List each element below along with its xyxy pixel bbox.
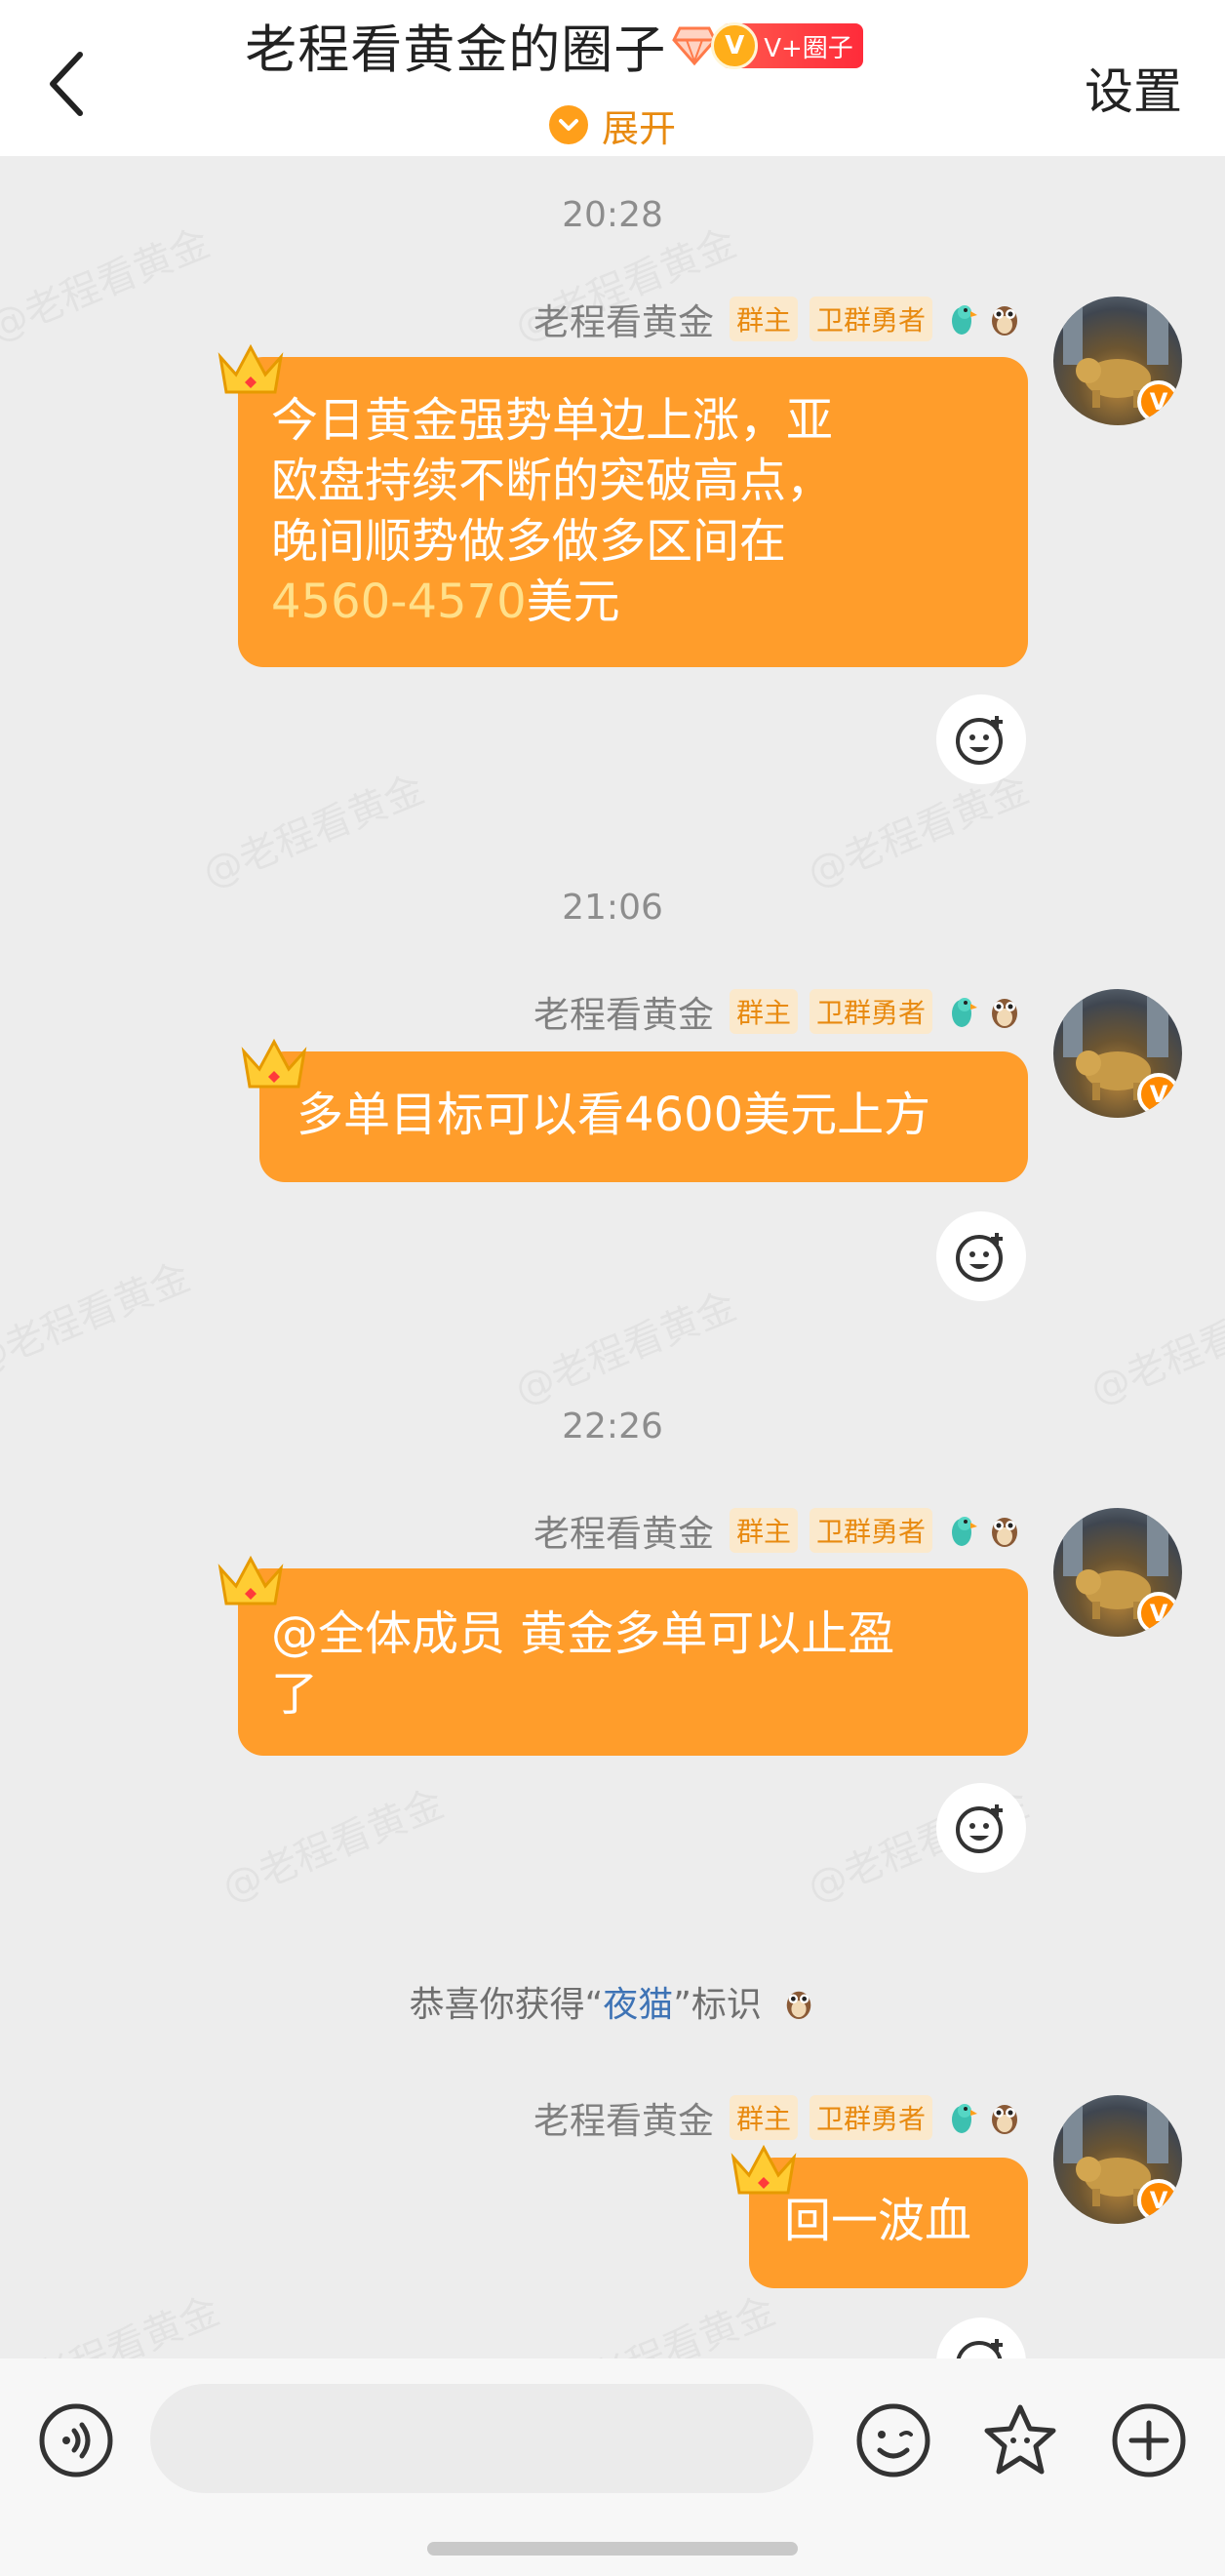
emoji-icon[interactable] xyxy=(854,2401,932,2479)
sender-row: 老程看黄金 群主 卫群勇者 xyxy=(533,1506,1030,1555)
voice-icon[interactable] xyxy=(37,2401,115,2479)
owl-icon xyxy=(992,999,1017,1028)
role-tag-owner: 群主 xyxy=(729,297,798,341)
watermark: @老程看黄金 xyxy=(0,1246,197,1386)
role-tag-owner: 群主 xyxy=(729,989,798,1034)
role-tag-guardian: 卫群勇者 xyxy=(809,989,932,1034)
sender-name[interactable]: 老程看黄金 xyxy=(533,2091,714,2144)
message-line: @全体成员 黄金多单可以止盈 xyxy=(271,1606,895,1661)
expand-toggle[interactable]: 展开 xyxy=(0,98,1225,152)
verified-badge: V xyxy=(1137,1073,1180,1116)
verified-badge: V xyxy=(1137,380,1180,423)
sender-name[interactable]: 老程看黄金 xyxy=(533,1504,714,1557)
top-bar: 老程看黄金的圈子 V V+圈子 设置 展开 xyxy=(0,0,1225,156)
system-notice: 恭喜你获得“夜猫”标识 xyxy=(0,1976,1225,2027)
avatar[interactable]: V xyxy=(1053,989,1182,1118)
notice-prefix: 恭喜你获得“ xyxy=(409,1985,604,2025)
parrot-icon xyxy=(952,305,977,335)
owl-icon xyxy=(992,306,1017,336)
message-line: 欧盘持续不断的突破高点， xyxy=(271,454,834,508)
watermark: @老程看黄金 xyxy=(1081,1275,1225,1415)
star-sticker-icon[interactable] xyxy=(981,2401,1059,2479)
plus-icon[interactable] xyxy=(1110,2401,1188,2479)
role-tag-owner: 群主 xyxy=(729,1508,798,1553)
page-title: 老程看黄金的圈子 xyxy=(245,20,667,80)
verified-badge: V xyxy=(1137,2179,1180,2222)
expand-label: 展开 xyxy=(601,106,676,150)
message-line: 晚间顺势做多做多区间在 xyxy=(271,514,787,569)
crown-icon xyxy=(217,1555,284,1605)
sender-row: 老程看黄金 群主 卫群勇者 xyxy=(533,2093,1030,2142)
verified-badge: V xyxy=(1137,1592,1180,1635)
sender-row: 老程看黄金 群主 卫群勇者 xyxy=(533,987,1030,1036)
owl-icon xyxy=(992,1518,1017,1547)
role-tag-guardian: 卫群勇者 xyxy=(809,2095,932,2140)
add-emoji-icon xyxy=(956,716,1003,765)
watermark: @老程看黄金 xyxy=(505,1275,743,1415)
role-tag-guardian: 卫群勇者 xyxy=(809,297,932,341)
owl-icon xyxy=(787,1991,811,2020)
role-tag-guardian: 卫群勇者 xyxy=(809,1508,932,1553)
message-bubble[interactable]: 多单目标可以看4600美元上方 xyxy=(259,1051,1028,1182)
message-line: 了 xyxy=(271,1667,319,1722)
price-unit: 美元 xyxy=(526,575,620,629)
timestamp: 22:26 xyxy=(562,1407,663,1447)
v-coin-icon: V xyxy=(711,22,759,69)
message-text: 多单目标可以看4600美元上方 xyxy=(296,1088,931,1142)
add-reaction-button[interactable] xyxy=(936,1211,1026,1301)
message-line: 4560-4570美元 xyxy=(271,572,999,632)
sender-name[interactable]: 老程看黄金 xyxy=(533,293,714,345)
message-input[interactable] xyxy=(150,2384,813,2493)
watermark: @老程看黄金 xyxy=(213,1772,451,1913)
input-bar xyxy=(0,2358,1225,2576)
role-tag-owner: 群主 xyxy=(729,2095,798,2140)
sender-name[interactable]: 老程看黄金 xyxy=(533,985,714,1038)
timestamp: 21:06 xyxy=(562,888,663,928)
add-emoji-icon xyxy=(956,1804,1003,1853)
avatar[interactable]: V xyxy=(1053,2095,1182,2224)
price-range-highlight: 4560-4570 xyxy=(271,575,527,629)
message-line: 今日黄金强势单边上涨，亚 xyxy=(271,393,834,448)
crown-icon xyxy=(217,343,284,394)
message-bubble[interactable]: @全体成员 黄金多单可以止盈 了 xyxy=(238,1568,1028,1756)
timestamp: 20:28 xyxy=(562,195,663,235)
crown-icon xyxy=(731,2144,797,2195)
owl-icon xyxy=(992,2105,1017,2134)
watermark: @老程看黄金 xyxy=(193,758,431,898)
nightowl-title-link[interactable]: 夜猫 xyxy=(603,1985,673,2025)
notice-suffix: ”标识 xyxy=(673,1985,762,2025)
add-emoji-icon xyxy=(956,1233,1003,1282)
crown-icon xyxy=(241,1038,307,1089)
parrot-icon xyxy=(952,998,977,1027)
title-row: 老程看黄金的圈子 V V+圈子 xyxy=(0,12,1225,80)
vplus-circle-badge: V V+圈子 xyxy=(711,22,863,69)
sender-row: 老程看黄金 群主 卫群勇者 xyxy=(533,295,1030,343)
parrot-icon xyxy=(952,2104,977,2133)
add-reaction-button[interactable] xyxy=(936,1783,1026,1873)
add-reaction-button[interactable] xyxy=(936,694,1026,784)
avatar[interactable]: V xyxy=(1053,297,1182,425)
chevron-down-icon xyxy=(548,105,588,144)
home-indicator xyxy=(427,2542,798,2556)
message-text: 回一波血 xyxy=(784,2194,972,2248)
avatar[interactable]: V xyxy=(1053,1508,1182,1637)
parrot-icon xyxy=(952,1517,977,1546)
message-bubble[interactable]: 今日黄金强势单边上涨，亚 欧盘持续不断的突破高点， 晚间顺势做多做多区间在 45… xyxy=(238,357,1028,667)
vplus-badge-label: V+圈子 xyxy=(764,33,853,63)
